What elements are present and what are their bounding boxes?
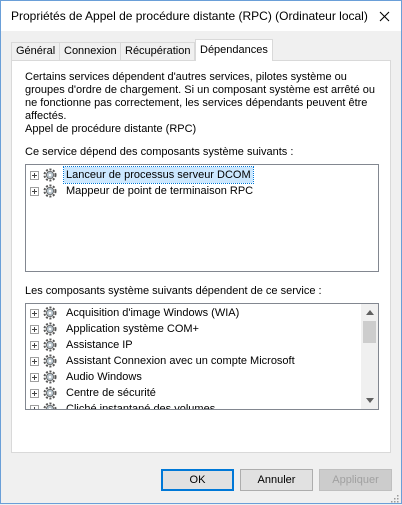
scroll-thumb[interactable] — [363, 321, 376, 343]
dependents-label: Les composants système suivants dépenden… — [25, 285, 322, 297]
gear-icon — [43, 322, 57, 336]
tree-item-label: Mappeur de point de terminaison RPC — [66, 185, 254, 197]
gear-icon — [43, 402, 57, 409]
gear-icon — [43, 306, 57, 320]
scroll-down-button[interactable] — [361, 392, 378, 409]
properties-dialog: Propriétés de Appel de procédure distant… — [0, 0, 402, 504]
button-bar: OK Annuler Appliquer — [1, 461, 401, 505]
cancel-button[interactable]: Annuler — [240, 469, 313, 491]
tree-item[interactable]: Application système COM+ — [26, 321, 378, 337]
gear-icon — [43, 370, 57, 384]
close-icon — [379, 11, 389, 21]
title-bar[interactable]: Propriétés de Appel de procédure distant… — [1, 1, 401, 31]
tree-item[interactable]: Lanceur de processus serveur DCOM — [26, 166, 378, 184]
tab-general[interactable]: Général — [11, 42, 61, 60]
gear-icon — [43, 386, 57, 400]
tree-item-label: Cliché instantané des volumes — [66, 403, 216, 410]
chevron-down-icon — [365, 398, 374, 403]
ok-button[interactable]: OK — [161, 469, 234, 491]
window-title: Propriétés de Appel de procédure distant… — [11, 9, 368, 23]
expand-icon[interactable] — [30, 309, 39, 318]
tree-item-label: Assistant Connexion avec un compte Micro… — [66, 355, 295, 367]
gear-icon — [43, 184, 57, 198]
tab-connexion[interactable]: Connexion — [59, 42, 122, 60]
tree-item-label: Lanceur de processus serveur DCOM — [63, 166, 254, 184]
expand-icon[interactable] — [30, 325, 39, 334]
gear-icon — [43, 354, 57, 368]
expand-icon[interactable] — [30, 357, 39, 366]
apply-button[interactable]: Appliquer — [319, 469, 392, 491]
tree-item[interactable]: Acquisition d'image Windows (WIA) — [26, 305, 378, 321]
close-button[interactable] — [373, 5, 395, 27]
gear-icon — [43, 338, 57, 352]
depends-on-label: Ce service dépend des composants système… — [25, 146, 294, 158]
tree-item[interactable]: Assistance IP — [26, 337, 378, 353]
chevron-up-icon — [365, 310, 374, 315]
service-name: Appel de procédure distante (RPC) — [25, 123, 197, 135]
tree-item[interactable]: Centre de sécurité — [26, 385, 378, 401]
tree-item-label: Audio Windows — [66, 371, 142, 383]
dependents-tree[interactable]: Acquisition d'image Windows (WIA) Applic… — [25, 303, 379, 410]
tab-recuperation[interactable]: Récupération — [120, 42, 196, 60]
expand-icon[interactable] — [30, 389, 39, 398]
depends-on-tree[interactable]: Lanceur de processus serveur DCOM Mappeu… — [25, 164, 379, 272]
description-text: Certains services dépendent d'autres ser… — [25, 71, 376, 122]
tree-item[interactable]: Mappeur de point de terminaison RPC — [26, 183, 378, 199]
expand-icon[interactable] — [30, 171, 39, 180]
dependencies-panel: Certains services dépendent d'autres ser… — [11, 60, 391, 453]
resize-grip-icon[interactable] — [389, 493, 399, 503]
expand-icon[interactable] — [30, 405, 39, 409]
tree-item-label: Assistance IP — [66, 339, 133, 351]
tree-item[interactable]: Cliché instantané des volumes — [26, 401, 378, 410]
expand-icon[interactable] — [30, 187, 39, 196]
tree-item-label: Centre de sécurité — [66, 387, 156, 399]
gear-icon — [43, 168, 57, 182]
tree-item[interactable]: Assistant Connexion avec un compte Micro… — [26, 353, 378, 369]
tab-dependances[interactable]: Dépendances — [195, 39, 273, 61]
tree-item-label: Application système COM+ — [66, 323, 199, 335]
tree-item-label: Acquisition d'image Windows (WIA) — [66, 307, 240, 319]
tab-strip: Général Connexion Récupération Dépendanc… — [11, 39, 391, 61]
scroll-up-button[interactable] — [361, 304, 378, 321]
vertical-scrollbar[interactable] — [361, 304, 378, 409]
tree-item[interactable]: Audio Windows — [26, 369, 378, 385]
expand-icon[interactable] — [30, 341, 39, 350]
expand-icon[interactable] — [30, 373, 39, 382]
